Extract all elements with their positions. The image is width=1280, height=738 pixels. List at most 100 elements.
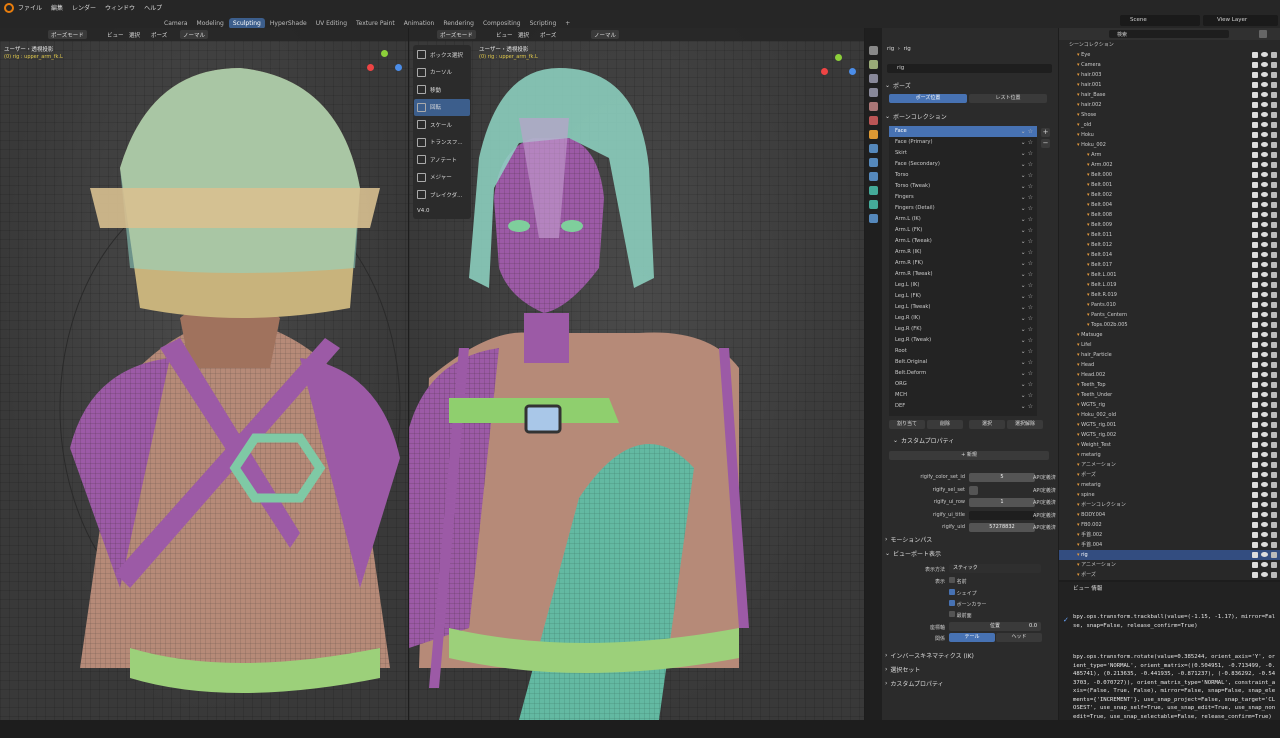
camera-icon[interactable] (1271, 472, 1277, 478)
visibility-star-icon[interactable]: ⌄ ☆ (1021, 269, 1033, 280)
outliner-row[interactable]: ▾ Head (1059, 360, 1280, 370)
bone-collection-item[interactable]: Belt.Original ⌄ ☆ (889, 357, 1037, 368)
outliner-row[interactable]: ▾ Teeth_Top (1059, 380, 1280, 390)
camera-icon[interactable] (1271, 342, 1277, 348)
eye-icon[interactable] (1261, 342, 1268, 347)
exclude-checkbox-icon[interactable] (1252, 362, 1258, 368)
axis-y-icon[interactable] (835, 54, 842, 61)
eye-icon[interactable] (1261, 462, 1268, 467)
menu-render[interactable]: レンダー (72, 3, 96, 12)
camera-icon[interactable] (1271, 412, 1277, 418)
tool-annotate[interactable]: アノテート (414, 151, 470, 169)
camera-icon[interactable] (1271, 542, 1277, 548)
outliner-row[interactable]: ▾ Belt.012 (1059, 240, 1280, 250)
outliner-row[interactable]: ▾ Camera (1059, 60, 1280, 70)
camera-icon[interactable] (1271, 372, 1277, 378)
exclude-checkbox-icon[interactable] (1252, 352, 1258, 358)
camera-icon[interactable] (1271, 62, 1277, 68)
custom-props-header[interactable]: ⌄ カスタムプロパティ (893, 435, 954, 446)
bone-collection-item[interactable]: Belt.Deform ⌄ ☆ (889, 368, 1037, 379)
exclude-checkbox-icon[interactable] (1252, 62, 1258, 68)
orientation-select[interactable]: ノーマル (180, 30, 209, 39)
visibility-star-icon[interactable]: ⌄ ☆ (1021, 214, 1033, 225)
camera-icon[interactable] (1271, 312, 1277, 318)
camera-icon[interactable] (1271, 252, 1277, 258)
outliner-row[interactable]: ▾ Arm.002 (1059, 160, 1280, 170)
outliner-row[interactable]: ▾ metarig (1059, 450, 1280, 460)
visibility-star-icon[interactable]: ⌄ ☆ (1021, 258, 1033, 269)
camera-icon[interactable] (1271, 452, 1277, 458)
exclude-checkbox-icon[interactable] (1252, 202, 1258, 208)
info-tabs[interactable]: ビュー 情報 (1073, 584, 1102, 592)
tool-transform[interactable]: トランスフ... (414, 134, 470, 152)
eye-icon[interactable] (1261, 492, 1268, 497)
outliner-row[interactable]: ▾ WGTS_rig.002 (1059, 430, 1280, 440)
camera-icon[interactable] (1271, 162, 1277, 168)
visibility-star-icon[interactable]: ⌄ ☆ (1021, 225, 1033, 236)
exclude-checkbox-icon[interactable] (1252, 252, 1258, 258)
bone-collection-item[interactable]: MCH ⌄ ☆ (889, 390, 1037, 401)
outliner-row[interactable]: ▾ Belt.009 (1059, 220, 1280, 230)
eye-icon[interactable] (1261, 382, 1268, 387)
outliner-row[interactable]: ▾ metarig (1059, 480, 1280, 490)
exclude-checkbox-icon[interactable] (1252, 192, 1258, 198)
tool-box-select[interactable]: ボックス選択 (414, 46, 470, 64)
camera-icon[interactable] (1271, 192, 1277, 198)
tool-tab-icon[interactable] (869, 46, 878, 55)
viewport-right[interactable]: ポーズモード ビュー 選択 ポーズ ノーマル ユーザー・透視投影 (0) rig… (409, 28, 864, 720)
menu-pose[interactable]: ポーズ (148, 30, 170, 39)
bone-collection-item[interactable]: Leg.R (FK) ⌄ ☆ (889, 324, 1037, 335)
eye-icon[interactable] (1261, 92, 1268, 97)
eye-icon[interactable] (1261, 482, 1268, 487)
outliner-row[interactable]: ▾ WGTS_rig (1059, 400, 1280, 410)
outliner-row[interactable]: ▾ ポーズ (1059, 570, 1280, 580)
viewport-left[interactable]: ポーズモード ビュー 選択 ポーズ ノーマル ユーザー・透視投影 (0) rig… (0, 28, 408, 720)
outliner-row[interactable]: ▾ Lifel (1059, 340, 1280, 350)
camera-icon[interactable] (1271, 122, 1277, 128)
outliner-row[interactable]: ▾ Shose (1059, 110, 1280, 120)
eye-icon[interactable] (1261, 212, 1268, 217)
menu-file[interactable]: ファイル (18, 3, 42, 12)
orientation-select[interactable]: ノーマル (591, 30, 620, 39)
exclude-checkbox-icon[interactable] (1252, 122, 1258, 128)
list-remove-button[interactable]: − (1041, 139, 1050, 148)
outliner-row[interactable]: ▾ hair_Base (1059, 90, 1280, 100)
bone-collection-item[interactable]: Leg.R (Tweak) ⌄ ☆ (889, 335, 1037, 346)
camera-icon[interactable] (1271, 82, 1277, 88)
eye-icon[interactable] (1261, 312, 1268, 317)
eye-icon[interactable] (1261, 292, 1268, 297)
eye-icon[interactable] (1261, 272, 1268, 277)
tool-cursor[interactable]: カーソル (414, 64, 470, 82)
mode-select[interactable]: ポーズモード (437, 30, 476, 39)
camera-icon[interactable] (1271, 432, 1277, 438)
outliner-row[interactable]: ▾ hair_Particle (1059, 350, 1280, 360)
outliner-row[interactable]: ▾ 手首.002 (1059, 530, 1280, 540)
camera-icon[interactable] (1271, 502, 1277, 508)
scene-tab-icon[interactable] (869, 102, 878, 111)
visibility-star-icon[interactable]: ⌄ ☆ (1021, 170, 1033, 181)
eye-icon[interactable] (1261, 372, 1268, 377)
exclude-checkbox-icon[interactable] (1252, 522, 1258, 528)
outliner-row[interactable]: ▾ Belt.002 (1059, 190, 1280, 200)
camera-icon[interactable] (1271, 442, 1277, 448)
camera-icon[interactable] (1271, 422, 1277, 428)
exclude-checkbox-icon[interactable] (1252, 232, 1258, 238)
visibility-star-icon[interactable]: ⌄ ☆ (1021, 401, 1033, 412)
custom-prop-value[interactable]: 5 (969, 473, 1035, 482)
outliner-row[interactable]: ▾ Hoku (1059, 130, 1280, 140)
eye-icon[interactable] (1261, 182, 1268, 187)
camera-icon[interactable] (1271, 322, 1277, 328)
bone-collections-list[interactable]: Face ⌄ ☆ Face (Primary) ⌄ ☆ Skirt ⌄ ☆ Face (Se… (889, 126, 1037, 416)
eye-icon[interactable] (1261, 572, 1268, 577)
camera-icon[interactable] (1271, 572, 1277, 578)
menu-help[interactable]: ヘルプ (144, 3, 162, 12)
camera-icon[interactable] (1271, 102, 1277, 108)
bone-collection-item[interactable]: Arm.L (FK) ⌄ ☆ (889, 225, 1037, 236)
eye-icon[interactable] (1261, 252, 1268, 257)
outliner-row[interactable]: ▾ spine (1059, 490, 1280, 500)
outliner[interactable]: シーンコレクション ▾ Eye ▾ Camera ▾ hair.003 ▾ hair.0… (1059, 40, 1280, 580)
exclude-checkbox-icon[interactable] (1252, 412, 1258, 418)
eye-icon[interactable] (1261, 362, 1268, 367)
blender-logo-icon[interactable] (4, 3, 14, 13)
visibility-star-icon[interactable]: ⌄ ☆ (1021, 379, 1033, 390)
